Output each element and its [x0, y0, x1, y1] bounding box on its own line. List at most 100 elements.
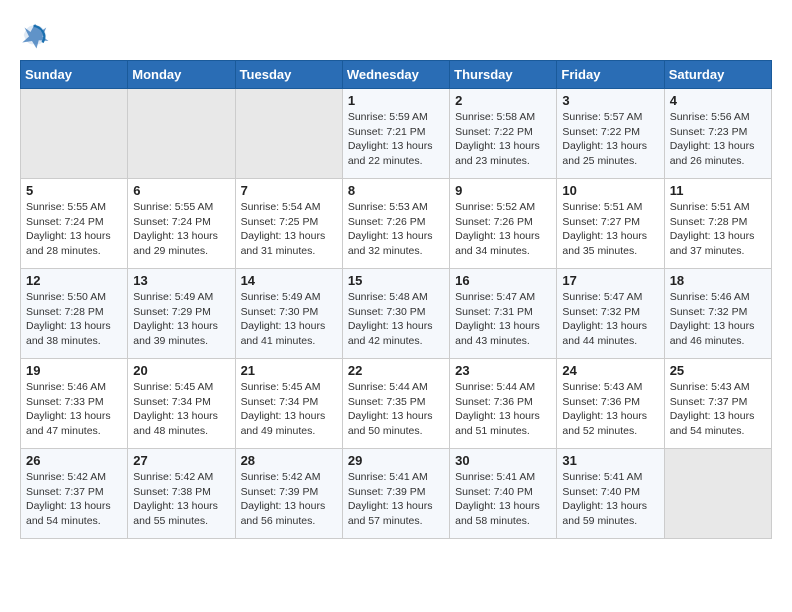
day-info: Sunrise: 5:42 AM Sunset: 7:37 PM Dayligh…	[26, 470, 122, 529]
calendar-body: 1 Sunrise: 5:59 AM Sunset: 7:21 PM Daylig…	[21, 89, 772, 539]
calendar-cell: 21 Sunrise: 5:45 AM Sunset: 7:34 PM Dayli…	[235, 359, 342, 449]
calendar-cell: 19 Sunrise: 5:46 AM Sunset: 7:33 PM Dayli…	[21, 359, 128, 449]
calendar-cell: 28Sunrise: 5:42 AM Sunset: 7:39 PM Dayli…	[235, 449, 342, 539]
day-info: Sunrise: 5:41 AM Sunset: 7:39 PM Dayligh…	[348, 470, 444, 529]
day-number: 26	[26, 453, 122, 468]
day-number: 8	[348, 183, 444, 198]
day-number: 11	[670, 183, 766, 198]
calendar-table: SundayMondayTuesdayWednesdayThursdayFrid…	[20, 60, 772, 539]
day-number: 16	[455, 273, 551, 288]
calendar-week-4: 19 Sunrise: 5:46 AM Sunset: 7:33 PM Dayli…	[21, 359, 772, 449]
day-number: 18	[670, 273, 766, 288]
calendar-cell: 7 Sunrise: 5:54 AM Sunset: 7:25 PM Daylig…	[235, 179, 342, 269]
day-number: 10	[562, 183, 658, 198]
calendar-cell: 8Sunrise: 5:53 AM Sunset: 7:26 PM Daylig…	[342, 179, 449, 269]
calendar-cell: 12 Sunrise: 5:50 AM Sunset: 7:28 PM Dayli…	[21, 269, 128, 359]
day-number: 24	[562, 363, 658, 378]
day-info: Sunrise: 5:47 AM Sunset: 7:32 PM Dayligh…	[562, 290, 658, 349]
day-number: 6	[133, 183, 229, 198]
calendar-week-2: 5 Sunrise: 5:55 AM Sunset: 7:24 PM Daylig…	[21, 179, 772, 269]
calendar-cell: 6 Sunrise: 5:55 AM Sunset: 7:24 PM Daylig…	[128, 179, 235, 269]
calendar-cell: 17 Sunrise: 5:47 AM Sunset: 7:32 PM Dayli…	[557, 269, 664, 359]
calendar-cell: 23Sunrise: 5:44 AM Sunset: 7:36 PM Dayli…	[450, 359, 557, 449]
calendar-cell: 31 Sunrise: 5:41 AM Sunset: 7:40 PM Dayli…	[557, 449, 664, 539]
day-info: Sunrise: 5:44 AM Sunset: 7:36 PM Dayligh…	[455, 380, 551, 439]
day-number: 14	[241, 273, 337, 288]
day-info: Sunrise: 5:59 AM Sunset: 7:21 PM Dayligh…	[348, 110, 444, 169]
day-info: Sunrise: 5:41 AM Sunset: 7:40 PM Dayligh…	[455, 470, 551, 529]
day-info: Sunrise: 5:55 AM Sunset: 7:24 PM Dayligh…	[133, 200, 229, 259]
calendar-cell: 29Sunrise: 5:41 AM Sunset: 7:39 PM Dayli…	[342, 449, 449, 539]
day-info: Sunrise: 5:50 AM Sunset: 7:28 PM Dayligh…	[26, 290, 122, 349]
day-info: Sunrise: 5:56 AM Sunset: 7:23 PM Dayligh…	[670, 110, 766, 169]
day-number: 12	[26, 273, 122, 288]
weekday-header-tuesday: Tuesday	[235, 61, 342, 89]
calendar-cell: 13 Sunrise: 5:49 AM Sunset: 7:29 PM Dayli…	[128, 269, 235, 359]
calendar-week-1: 1 Sunrise: 5:59 AM Sunset: 7:21 PM Daylig…	[21, 89, 772, 179]
day-info: Sunrise: 5:49 AM Sunset: 7:29 PM Dayligh…	[133, 290, 229, 349]
calendar-cell: 25 Sunrise: 5:43 AM Sunset: 7:37 PM Dayli…	[664, 359, 771, 449]
day-number: 5	[26, 183, 122, 198]
day-info: Sunrise: 5:47 AM Sunset: 7:31 PM Dayligh…	[455, 290, 551, 349]
day-info: Sunrise: 5:48 AM Sunset: 7:30 PM Dayligh…	[348, 290, 444, 349]
day-number: 19	[26, 363, 122, 378]
day-number: 25	[670, 363, 766, 378]
day-number: 13	[133, 273, 229, 288]
weekday-header-monday: Monday	[128, 61, 235, 89]
day-info: Sunrise: 5:57 AM Sunset: 7:22 PM Dayligh…	[562, 110, 658, 169]
calendar-week-5: 26 Sunrise: 5:42 AM Sunset: 7:37 PM Dayli…	[21, 449, 772, 539]
day-info: Sunrise: 5:54 AM Sunset: 7:25 PM Dayligh…	[241, 200, 337, 259]
calendar-header: SundayMondayTuesdayWednesdayThursdayFrid…	[21, 61, 772, 89]
weekday-header-row: SundayMondayTuesdayWednesdayThursdayFrid…	[21, 61, 772, 89]
calendar-cell: 16 Sunrise: 5:47 AM Sunset: 7:31 PM Dayli…	[450, 269, 557, 359]
day-info: Sunrise: 5:43 AM Sunset: 7:37 PM Dayligh…	[670, 380, 766, 439]
calendar-cell: 20 Sunrise: 5:45 AM Sunset: 7:34 PM Dayli…	[128, 359, 235, 449]
day-info: Sunrise: 5:49 AM Sunset: 7:30 PM Dayligh…	[241, 290, 337, 349]
day-number: 7	[241, 183, 337, 198]
page-header	[20, 20, 772, 50]
weekday-header-saturday: Saturday	[664, 61, 771, 89]
calendar-cell: 1 Sunrise: 5:59 AM Sunset: 7:21 PM Daylig…	[342, 89, 449, 179]
calendar-cell: 27 Sunrise: 5:42 AM Sunset: 7:38 PM Dayli…	[128, 449, 235, 539]
day-info: Sunrise: 5:42 AM Sunset: 7:39 PM Dayligh…	[241, 470, 337, 529]
day-info: Sunrise: 5:46 AM Sunset: 7:33 PM Dayligh…	[26, 380, 122, 439]
day-number: 17	[562, 273, 658, 288]
day-number: 21	[241, 363, 337, 378]
day-info: Sunrise: 5:45 AM Sunset: 7:34 PM Dayligh…	[133, 380, 229, 439]
calendar-cell: 15 Sunrise: 5:48 AM Sunset: 7:30 PM Dayli…	[342, 269, 449, 359]
day-info: Sunrise: 5:41 AM Sunset: 7:40 PM Dayligh…	[562, 470, 658, 529]
calendar-cell: 4 Sunrise: 5:56 AM Sunset: 7:23 PM Daylig…	[664, 89, 771, 179]
calendar-cell: 2 Sunrise: 5:58 AM Sunset: 7:22 PM Daylig…	[450, 89, 557, 179]
calendar-cell	[128, 89, 235, 179]
calendar-cell: 26 Sunrise: 5:42 AM Sunset: 7:37 PM Dayli…	[21, 449, 128, 539]
calendar-cell	[235, 89, 342, 179]
calendar-cell	[664, 449, 771, 539]
day-number: 31	[562, 453, 658, 468]
day-info: Sunrise: 5:45 AM Sunset: 7:34 PM Dayligh…	[241, 380, 337, 439]
day-number: 3	[562, 93, 658, 108]
day-number: 20	[133, 363, 229, 378]
day-number: 15	[348, 273, 444, 288]
day-info: Sunrise: 5:55 AM Sunset: 7:24 PM Dayligh…	[26, 200, 122, 259]
calendar-cell: 5 Sunrise: 5:55 AM Sunset: 7:24 PM Daylig…	[21, 179, 128, 269]
calendar-cell: 14 Sunrise: 5:49 AM Sunset: 7:30 PM Dayli…	[235, 269, 342, 359]
weekday-header-wednesday: Wednesday	[342, 61, 449, 89]
day-number: 1	[348, 93, 444, 108]
day-number: 2	[455, 93, 551, 108]
calendar-cell: 3 Sunrise: 5:57 AM Sunset: 7:22 PM Daylig…	[557, 89, 664, 179]
day-info: Sunrise: 5:51 AM Sunset: 7:28 PM Dayligh…	[670, 200, 766, 259]
day-info: Sunrise: 5:51 AM Sunset: 7:27 PM Dayligh…	[562, 200, 658, 259]
day-number: 4	[670, 93, 766, 108]
day-number: 27	[133, 453, 229, 468]
day-info: Sunrise: 5:58 AM Sunset: 7:22 PM Dayligh…	[455, 110, 551, 169]
logo	[20, 20, 52, 50]
weekday-header-friday: Friday	[557, 61, 664, 89]
calendar-cell: 9Sunrise: 5:52 AM Sunset: 7:26 PM Daylig…	[450, 179, 557, 269]
weekday-header-thursday: Thursday	[450, 61, 557, 89]
calendar-cell: 24Sunrise: 5:43 AM Sunset: 7:36 PM Dayli…	[557, 359, 664, 449]
calendar-cell	[21, 89, 128, 179]
day-info: Sunrise: 5:42 AM Sunset: 7:38 PM Dayligh…	[133, 470, 229, 529]
calendar-cell: 11 Sunrise: 5:51 AM Sunset: 7:28 PM Dayli…	[664, 179, 771, 269]
logo-icon	[20, 20, 50, 50]
weekday-header-sunday: Sunday	[21, 61, 128, 89]
